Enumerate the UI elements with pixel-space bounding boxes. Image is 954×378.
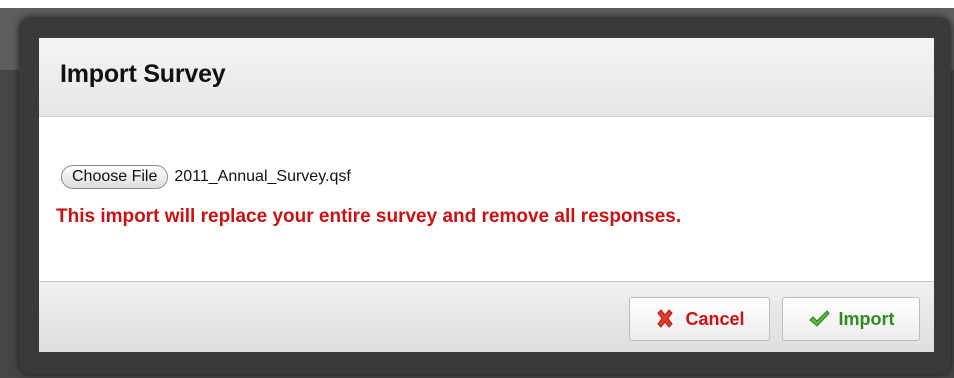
choose-file-button[interactable]: Choose File bbox=[61, 165, 169, 189]
cancel-button-label: Cancel bbox=[685, 308, 745, 329]
dialog-title: Import Survey bbox=[60, 60, 226, 88]
red-x-icon bbox=[657, 309, 674, 328]
dialog-footer: Cancel Import bbox=[39, 281, 934, 352]
import-button[interactable]: Import bbox=[782, 297, 920, 341]
import-warning-message: This import will replace your entire sur… bbox=[56, 206, 682, 227]
cancel-button[interactable]: Cancel bbox=[629, 297, 770, 341]
dialog-header: Import Survey bbox=[39, 38, 934, 117]
selected-file-name: 2011_Annual_Survey.qsf bbox=[174, 168, 351, 185]
file-input-row: Choose File 2011_Annual_Survey.qsf bbox=[61, 164, 351, 190]
dialog-body: Choose File 2011_Annual_Survey.qsf This … bbox=[39, 117, 934, 280]
import-button-label: Import bbox=[838, 308, 895, 329]
import-survey-dialog: Import Survey Choose File 2011_Annual_Su… bbox=[39, 38, 934, 352]
green-checkmark-icon bbox=[808, 310, 830, 327]
